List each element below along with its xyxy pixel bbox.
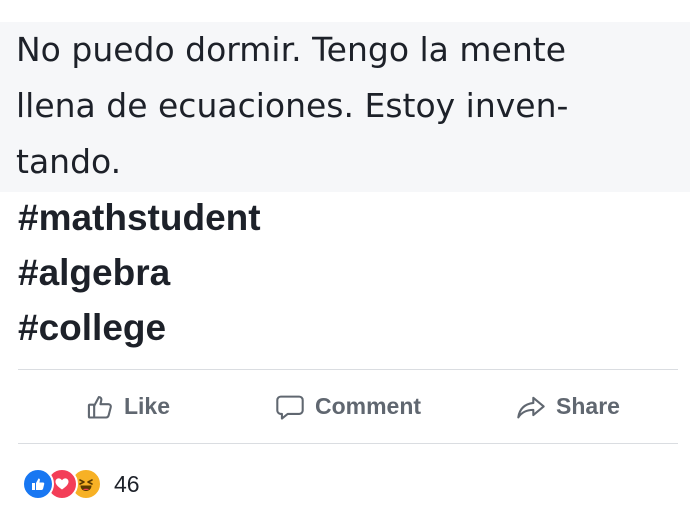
post-text-line: tando. — [16, 142, 122, 181]
hashtag-link[interactable]: #algebra — [18, 245, 261, 300]
comment-label: Comment — [314, 393, 422, 419]
reactions-summary[interactable]: 46 — [22, 468, 140, 500]
hashtag-link[interactable]: #college — [18, 300, 261, 355]
post-text-line: llena de ecuaciones. Estoy inven- — [16, 86, 569, 125]
hashtag-list: #mathstudent #algebra #college — [18, 190, 261, 355]
comment-button[interactable]: Comment — [238, 393, 458, 421]
thumbs-up-icon — [86, 393, 114, 421]
like-button[interactable]: Like — [18, 393, 238, 421]
comment-icon — [275, 393, 305, 421]
divider — [18, 443, 678, 444]
reaction-count[interactable]: 46 — [114, 471, 140, 498]
share-button[interactable]: Share — [458, 393, 678, 421]
like-reaction-icon — [22, 468, 54, 500]
post-text: No puedo dormir. Tengo la mente llena de… — [0, 22, 690, 192]
hashtag-link[interactable]: #mathstudent — [18, 190, 261, 245]
post-text-line: No puedo dormir. Tengo la mente — [16, 30, 566, 69]
share-arrow-icon — [516, 393, 546, 421]
share-label: Share — [556, 393, 620, 419]
action-bar: Like Comment Share — [18, 370, 678, 443]
like-label: Like — [123, 393, 171, 419]
